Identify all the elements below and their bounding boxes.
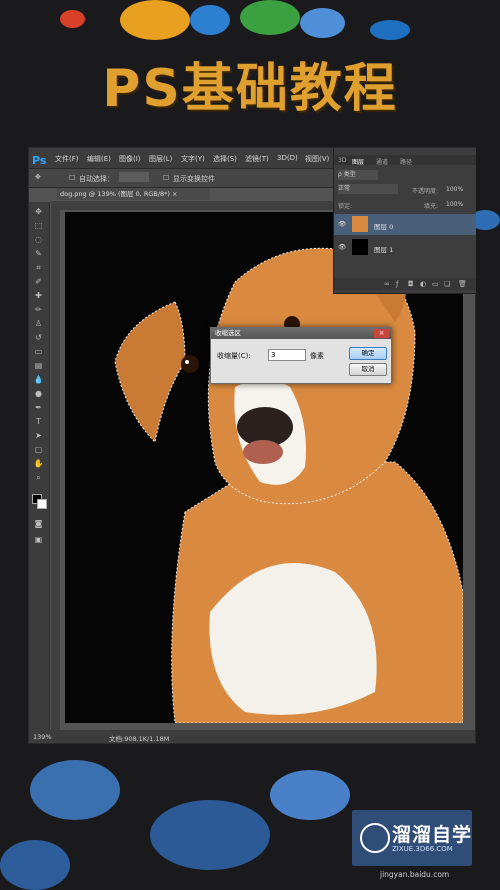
- eyedropper-tool-icon[interactable]: ✐: [33, 278, 44, 286]
- layer-name: 图层 1: [374, 246, 394, 254]
- shape-tool-icon[interactable]: ▢: [33, 446, 44, 454]
- menu-file[interactable]: 文件(F): [55, 154, 79, 164]
- pen-tool-icon[interactable]: ✒: [33, 404, 44, 412]
- menu-3d[interactable]: 3D(D): [277, 154, 298, 162]
- auto-select-checkbox[interactable]: ☐: [69, 174, 75, 182]
- opacity-value[interactable]: 100%: [446, 186, 463, 193]
- ok-button[interactable]: 确定: [349, 347, 387, 360]
- stamp-tool-icon[interactable]: ♙: [33, 320, 44, 328]
- auto-select-dropdown[interactable]: [119, 172, 149, 182]
- layers-panel: 3D 图层 通道 路径 ρ 类型 正常 不透明度: 100% 锁定: 填充: 1…: [333, 148, 476, 294]
- fx-icon[interactable]: ƒ: [396, 280, 398, 288]
- blur-tool-icon[interactable]: 💧: [33, 376, 44, 384]
- screen-mode-icon[interactable]: ▣: [33, 536, 44, 544]
- auto-select-label: 自动选择：: [79, 175, 114, 183]
- lock-label: 锁定:: [338, 203, 353, 210]
- path-select-tool-icon[interactable]: ➤: [33, 432, 44, 440]
- move-tool-icon[interactable]: ✥: [35, 173, 41, 181]
- opacity-label: 不透明度:: [412, 188, 439, 195]
- lasso-tool-icon[interactable]: ◌: [33, 236, 44, 244]
- zoom-level: 139%: [33, 733, 52, 741]
- zoom-tool-icon[interactable]: ⌕: [33, 474, 44, 482]
- blend-mode-select[interactable]: 正常: [338, 184, 398, 194]
- photoshop-window: Ps 文件(F) 编辑(E) 图像(I) 图层(L) 文字(Y) 选择(S) 滤…: [28, 147, 476, 744]
- folder-icon[interactable]: ▭: [432, 280, 439, 288]
- eye-icon[interactable]: 👁: [338, 220, 346, 228]
- play-icon: [360, 823, 390, 853]
- vertical-ruler: [51, 210, 60, 730]
- panel-tabs: 3D 图层 通道 路径: [334, 155, 476, 166]
- cancel-button[interactable]: 取消: [349, 363, 387, 376]
- layer-name: 图层 0: [374, 223, 394, 231]
- layer-kind-filter[interactable]: ρ 类型: [338, 170, 378, 180]
- hand-tool-icon[interactable]: ✋: [33, 460, 44, 468]
- brand-url: ZIXUE.3D66.COM: [392, 845, 453, 853]
- dialog-title: 收缩选区: [215, 329, 241, 337]
- unit-label: 像素: [310, 352, 324, 360]
- page-title: PS基础教程: [102, 59, 398, 119]
- menu-edit[interactable]: 编辑(E): [87, 154, 111, 164]
- brand-name: 溜溜自学: [392, 824, 473, 846]
- adjustment-icon[interactable]: ◐: [420, 280, 426, 288]
- background-color-swatch[interactable]: [37, 499, 47, 509]
- menu-select[interactable]: 选择(S): [213, 154, 237, 164]
- brand-logo: 溜溜自学 ZIXUE.3D66.COM: [352, 810, 472, 866]
- close-button[interactable]: ×: [374, 329, 389, 338]
- tab-channels[interactable]: 通道: [376, 157, 388, 166]
- watermark: jingyan.baidu.com: [380, 870, 450, 879]
- eraser-tool-icon[interactable]: ▭: [33, 348, 44, 356]
- quick-select-tool-icon[interactable]: ✎: [33, 250, 44, 258]
- layer-row[interactable]: 👁 图层 1: [334, 237, 476, 258]
- layer-row[interactable]: 👁 图层 0: [334, 214, 476, 235]
- tab-paths[interactable]: 路径: [400, 157, 412, 166]
- menu-layer[interactable]: 图层(L): [149, 154, 172, 164]
- layers-panel-footer: ∞ ƒ ◘ ◐ ▭ ❏ 🗑: [334, 278, 476, 290]
- contract-amount-input[interactable]: 3: [268, 349, 306, 361]
- layer-thumbnail: [352, 239, 368, 255]
- dodge-tool-icon[interactable]: ●: [33, 390, 44, 398]
- tools-panel: ✥ ⬚ ◌ ✎ ⌗ ✐ ✚ ✏ ♙ ↺ ▭ ▤ 💧 ● ✒ T ➤ ▢ ✋ ⌕ …: [29, 202, 50, 730]
- menu-view[interactable]: 视图(V): [305, 154, 329, 164]
- layer-thumbnail: [352, 216, 368, 232]
- quick-mask-icon[interactable]: ◙: [33, 520, 44, 528]
- tab-layers[interactable]: 图层: [352, 157, 364, 166]
- show-transform-checkbox[interactable]: ☐: [163, 174, 169, 182]
- menu-filter[interactable]: 滤镜(T): [245, 154, 269, 164]
- contract-selection-dialog: 收缩选区 × 收缩量(C): 3 像素 确定 取消: [210, 327, 392, 384]
- marquee-tool-icon[interactable]: ⬚: [33, 222, 44, 230]
- menu-image[interactable]: 图像(I): [119, 154, 141, 164]
- history-brush-icon[interactable]: ↺: [33, 334, 44, 342]
- document-tab[interactable]: dog.png @ 139% (图层 0, RGB/8*) ×: [57, 188, 210, 200]
- new-layer-icon[interactable]: ❏: [444, 280, 450, 288]
- show-transform-label: 显示变换控件: [173, 175, 215, 183]
- mask-icon[interactable]: ◘: [408, 280, 414, 288]
- tab-3d[interactable]: 3D: [338, 157, 346, 164]
- crop-tool-icon[interactable]: ⌗: [33, 264, 44, 272]
- contract-amount-label: 收缩量(C):: [217, 352, 251, 360]
- status-bar: 139% 文档:908.1K/1.18M: [29, 730, 475, 743]
- dialog-title-bar: 收缩选区 ×: [211, 328, 391, 339]
- link-icon[interactable]: ∞: [384, 280, 390, 288]
- eye-icon[interactable]: 👁: [338, 243, 346, 251]
- doc-size: 文档:908.1K/1.18M: [109, 735, 170, 743]
- horizontal-ruler: [51, 201, 351, 210]
- menu-type[interactable]: 文字(Y): [181, 154, 205, 164]
- gradient-tool-icon[interactable]: ▤: [33, 362, 44, 370]
- fill-label: 填充:: [424, 203, 439, 210]
- healing-tool-icon[interactable]: ✚: [33, 292, 44, 300]
- brush-tool-icon[interactable]: ✏: [33, 306, 44, 314]
- type-tool-icon[interactable]: T: [33, 418, 44, 426]
- move-tool-icon[interactable]: ✥: [33, 208, 44, 216]
- trash-icon[interactable]: 🗑: [458, 280, 467, 288]
- fill-value[interactable]: 100%: [446, 201, 463, 208]
- photoshop-logo: Ps: [32, 154, 47, 167]
